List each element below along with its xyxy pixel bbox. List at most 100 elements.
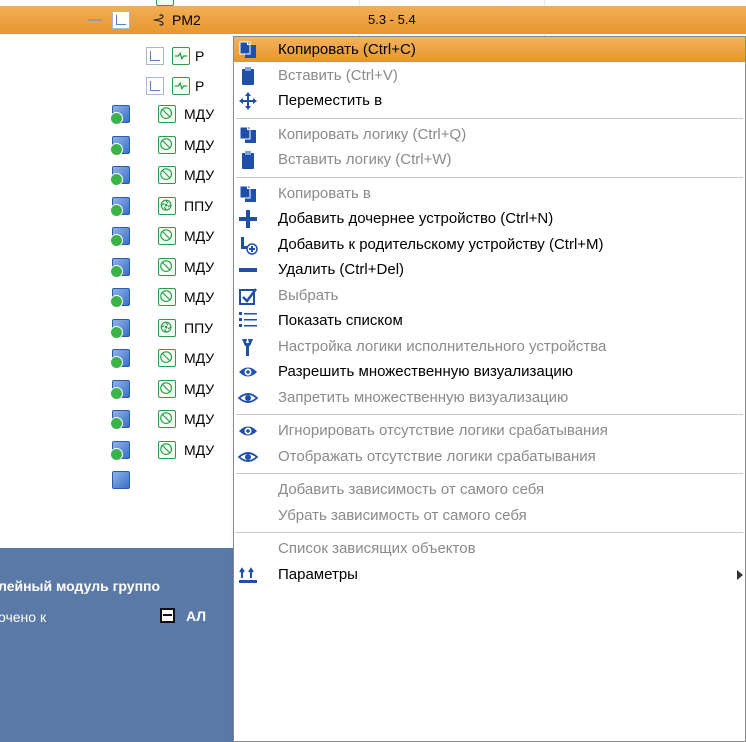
menu-item-11[interactable]: Выбрать [234, 283, 745, 308]
device-ok-icon [110, 288, 130, 308]
params-icon [238, 565, 258, 585]
menu-item-9[interactable]: Добавить к родительскому устройству (Ctr… [234, 232, 745, 257]
menu-item-18[interactable]: Отображать отсутствие логики срабатывани… [234, 444, 745, 469]
valve-icon [158, 166, 176, 184]
tree-row-label: PM2 [172, 12, 201, 28]
tree-row-label: МДУ [184, 289, 215, 305]
menu-item-5[interactable]: Вставить логику (Ctrl+W) [234, 147, 745, 172]
menu-item-24[interactable]: Параметры [234, 562, 745, 587]
menu-item-21[interactable]: Убрать зависимость от самого себя [234, 503, 745, 528]
menu-item-2[interactable]: Переместить в [234, 88, 745, 113]
device-icon [112, 471, 130, 489]
tree-row-selected[interactable]: ⊰ PM2 5.3 - 5.4 [0, 6, 746, 34]
tree-row-label: МДУ [184, 106, 215, 122]
panel-title: лейный модуль группо [0, 578, 161, 594]
menu-item-23[interactable]: Список зависящих объектов [234, 536, 745, 561]
device-ok-icon [110, 105, 130, 125]
device-ok-icon [110, 257, 130, 278]
tree-row-label: P [195, 48, 205, 64]
menu-separator [236, 414, 743, 415]
tree-row-label: МДУ [184, 167, 215, 183]
menu-item-13[interactable]: Настройка логики исполнительного устройс… [234, 334, 745, 359]
menu-item-7[interactable]: Копировать в [234, 181, 745, 206]
checkbox-icon [238, 286, 258, 306]
valve-icon [158, 227, 176, 245]
menu-item-label: Отображать отсутствие логики срабатывани… [278, 447, 596, 465]
list-icon [238, 311, 258, 331]
menu-item-label: Показать списком [278, 312, 403, 329]
eye-icon [238, 421, 258, 441]
tree-row-label: ППУ [184, 197, 214, 214]
tree-row-label: МДУ [184, 228, 215, 244]
menu-item-label: Переместить в [278, 92, 383, 109]
menu-item-label: Игнорировать отсутствие логики срабатыва… [278, 422, 608, 439]
device-ok-icon [110, 135, 130, 156]
menu-separator [236, 532, 743, 533]
menu-item-label: Копировать логику (Ctrl+Q) [278, 125, 467, 143]
tree-row-label: P [195, 78, 205, 94]
menu-item-14[interactable]: Разрешить множественную визуализацию [234, 359, 745, 384]
menu-item-8[interactable]: Добавить дочернее устройство (Ctrl+N) [234, 206, 745, 231]
fan-icon [158, 318, 176, 337]
copy-icon [238, 125, 258, 145]
menu-item-17[interactable]: Игнорировать отсутствие логики срабатыва… [234, 418, 745, 443]
eye-icon [238, 362, 258, 382]
device-ok-icon [110, 440, 130, 461]
connected-value[interactable]: АЛ [186, 608, 206, 624]
menu-item-4[interactable]: Копировать логику (Ctrl+Q) [234, 122, 745, 147]
device-ok-icon [110, 166, 130, 186]
page-icon [146, 77, 164, 95]
context-menu: Копировать (Ctrl+C) Вставить (Ctrl+V) Пере… [233, 36, 746, 742]
valve-icon [158, 288, 176, 306]
valve-icon [158, 257, 176, 276]
valve-icon [158, 105, 176, 123]
page-icon [146, 47, 164, 65]
collapse-icon[interactable] [88, 19, 102, 21]
minus-icon [238, 260, 258, 280]
menu-item-label: Настройка логики исполнительного устройс… [278, 337, 607, 355]
menu-item-label: Запретить множественную визуализацию [278, 388, 569, 406]
device-box-icon [160, 608, 175, 623]
menu-item-20[interactable]: Добавить зависимость от самого себя [234, 477, 745, 502]
device-ok-icon [110, 318, 130, 339]
menu-item-10[interactable]: Удалить (Ctrl+Del) [234, 257, 745, 282]
menu-item-label: Выбрать [278, 286, 339, 304]
valve-icon [158, 410, 176, 428]
menu-item-label: Удалить (Ctrl+Del) [278, 261, 405, 278]
device-ok-icon [110, 410, 130, 430]
menu-item-label: Добавить зависимость от самого себя [278, 481, 545, 498]
tree-row-label: ППУ [184, 319, 214, 336]
eye-outline-icon [237, 447, 259, 467]
plus-icon [238, 209, 258, 229]
device-ok-icon [110, 379, 130, 400]
fan-icon [158, 196, 176, 215]
menu-item-1[interactable]: Вставить (Ctrl+V) [234, 63, 745, 88]
connected-label: очено к [0, 609, 47, 625]
menu-item-label: Список зависящих объектов [278, 540, 476, 557]
menu-item-label: Копировать (Ctrl+C) [278, 41, 416, 58]
paste-icon [238, 150, 258, 170]
tree-row-value: 5.3 - 5.4 [368, 12, 416, 27]
menu-separator [236, 176, 743, 178]
device-ok-icon [110, 349, 130, 369]
submenu-arrow-icon [737, 569, 743, 580]
menu-item-label: Добавить к родительскому устройству (Ctr… [278, 235, 604, 253]
menu-item-label: Параметры [278, 565, 358, 583]
paste-icon [238, 66, 258, 86]
menu-item-0[interactable]: Копировать (Ctrl+C) [234, 37, 745, 62]
wrench-icon [238, 337, 258, 357]
module-icon: ⊰ [152, 12, 166, 29]
menu-item-label: Добавить дочернее устройство (Ctrl+N) [278, 210, 554, 227]
valve-icon [158, 135, 176, 154]
valve-icon [158, 379, 176, 398]
menu-item-15[interactable]: Запретить множественную визуализацию [234, 385, 745, 410]
page-icon [112, 11, 130, 29]
tree-row-label: МДУ [184, 136, 215, 153]
menu-item-12[interactable]: Показать списком [234, 308, 745, 333]
signal-icon [172, 47, 190, 65]
tree-row-label: МДУ [184, 350, 215, 366]
valve-icon [158, 349, 176, 367]
move-icon [238, 91, 258, 111]
device-ok-icon [110, 196, 130, 217]
tree-row-label: МДУ [184, 380, 215, 397]
